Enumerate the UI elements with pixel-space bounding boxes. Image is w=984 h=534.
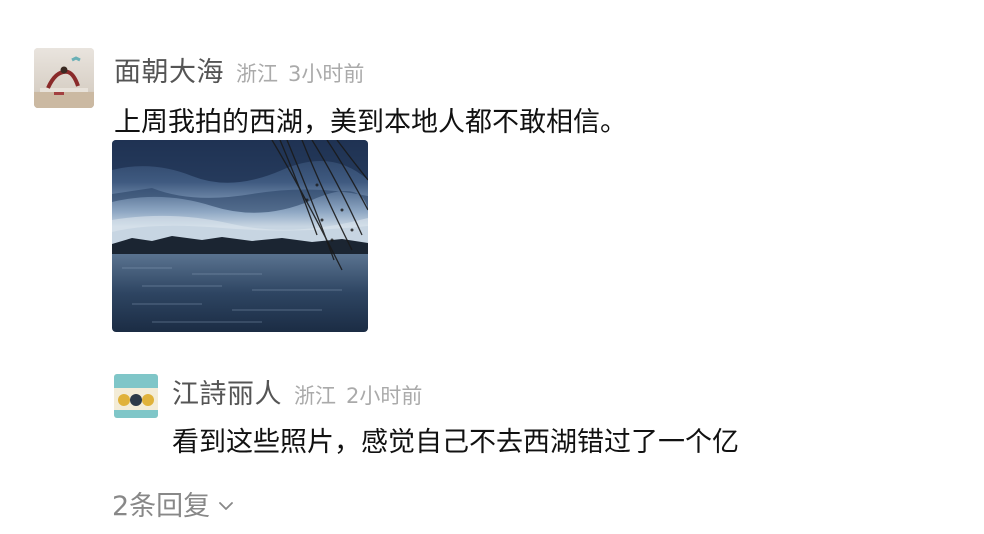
avatar-yoga-image [34, 48, 94, 108]
view-replies-button[interactable]: 2条回复 [112, 484, 234, 523]
avatar-moon-image [114, 374, 158, 418]
location: 浙江 [294, 384, 336, 408]
username[interactable]: 面朝大海 [114, 50, 224, 89]
west-lake-photo [112, 140, 368, 332]
reply-header: 江詩丽人 浙江 2小时前 [172, 372, 423, 411]
timestamp: 2小时前 [346, 384, 423, 408]
username[interactable]: 江詩丽人 [172, 372, 282, 411]
chevron-down-icon [218, 496, 234, 515]
view-replies-label: 2条回复 [112, 491, 211, 522]
timestamp: 3小时前 [288, 62, 365, 86]
avatar[interactable] [114, 374, 158, 418]
location: 浙江 [236, 62, 278, 86]
comment-text: 上周我拍的西湖，美到本地人都不敢相信。 [114, 107, 627, 138]
comment-header: 面朝大海 浙江 3小时前 [114, 50, 365, 89]
avatar[interactable] [34, 48, 94, 108]
reply-text: 看到这些照片，感觉自己不去西湖错过了一个亿 [172, 427, 739, 458]
comment-photo[interactable] [112, 140, 368, 332]
